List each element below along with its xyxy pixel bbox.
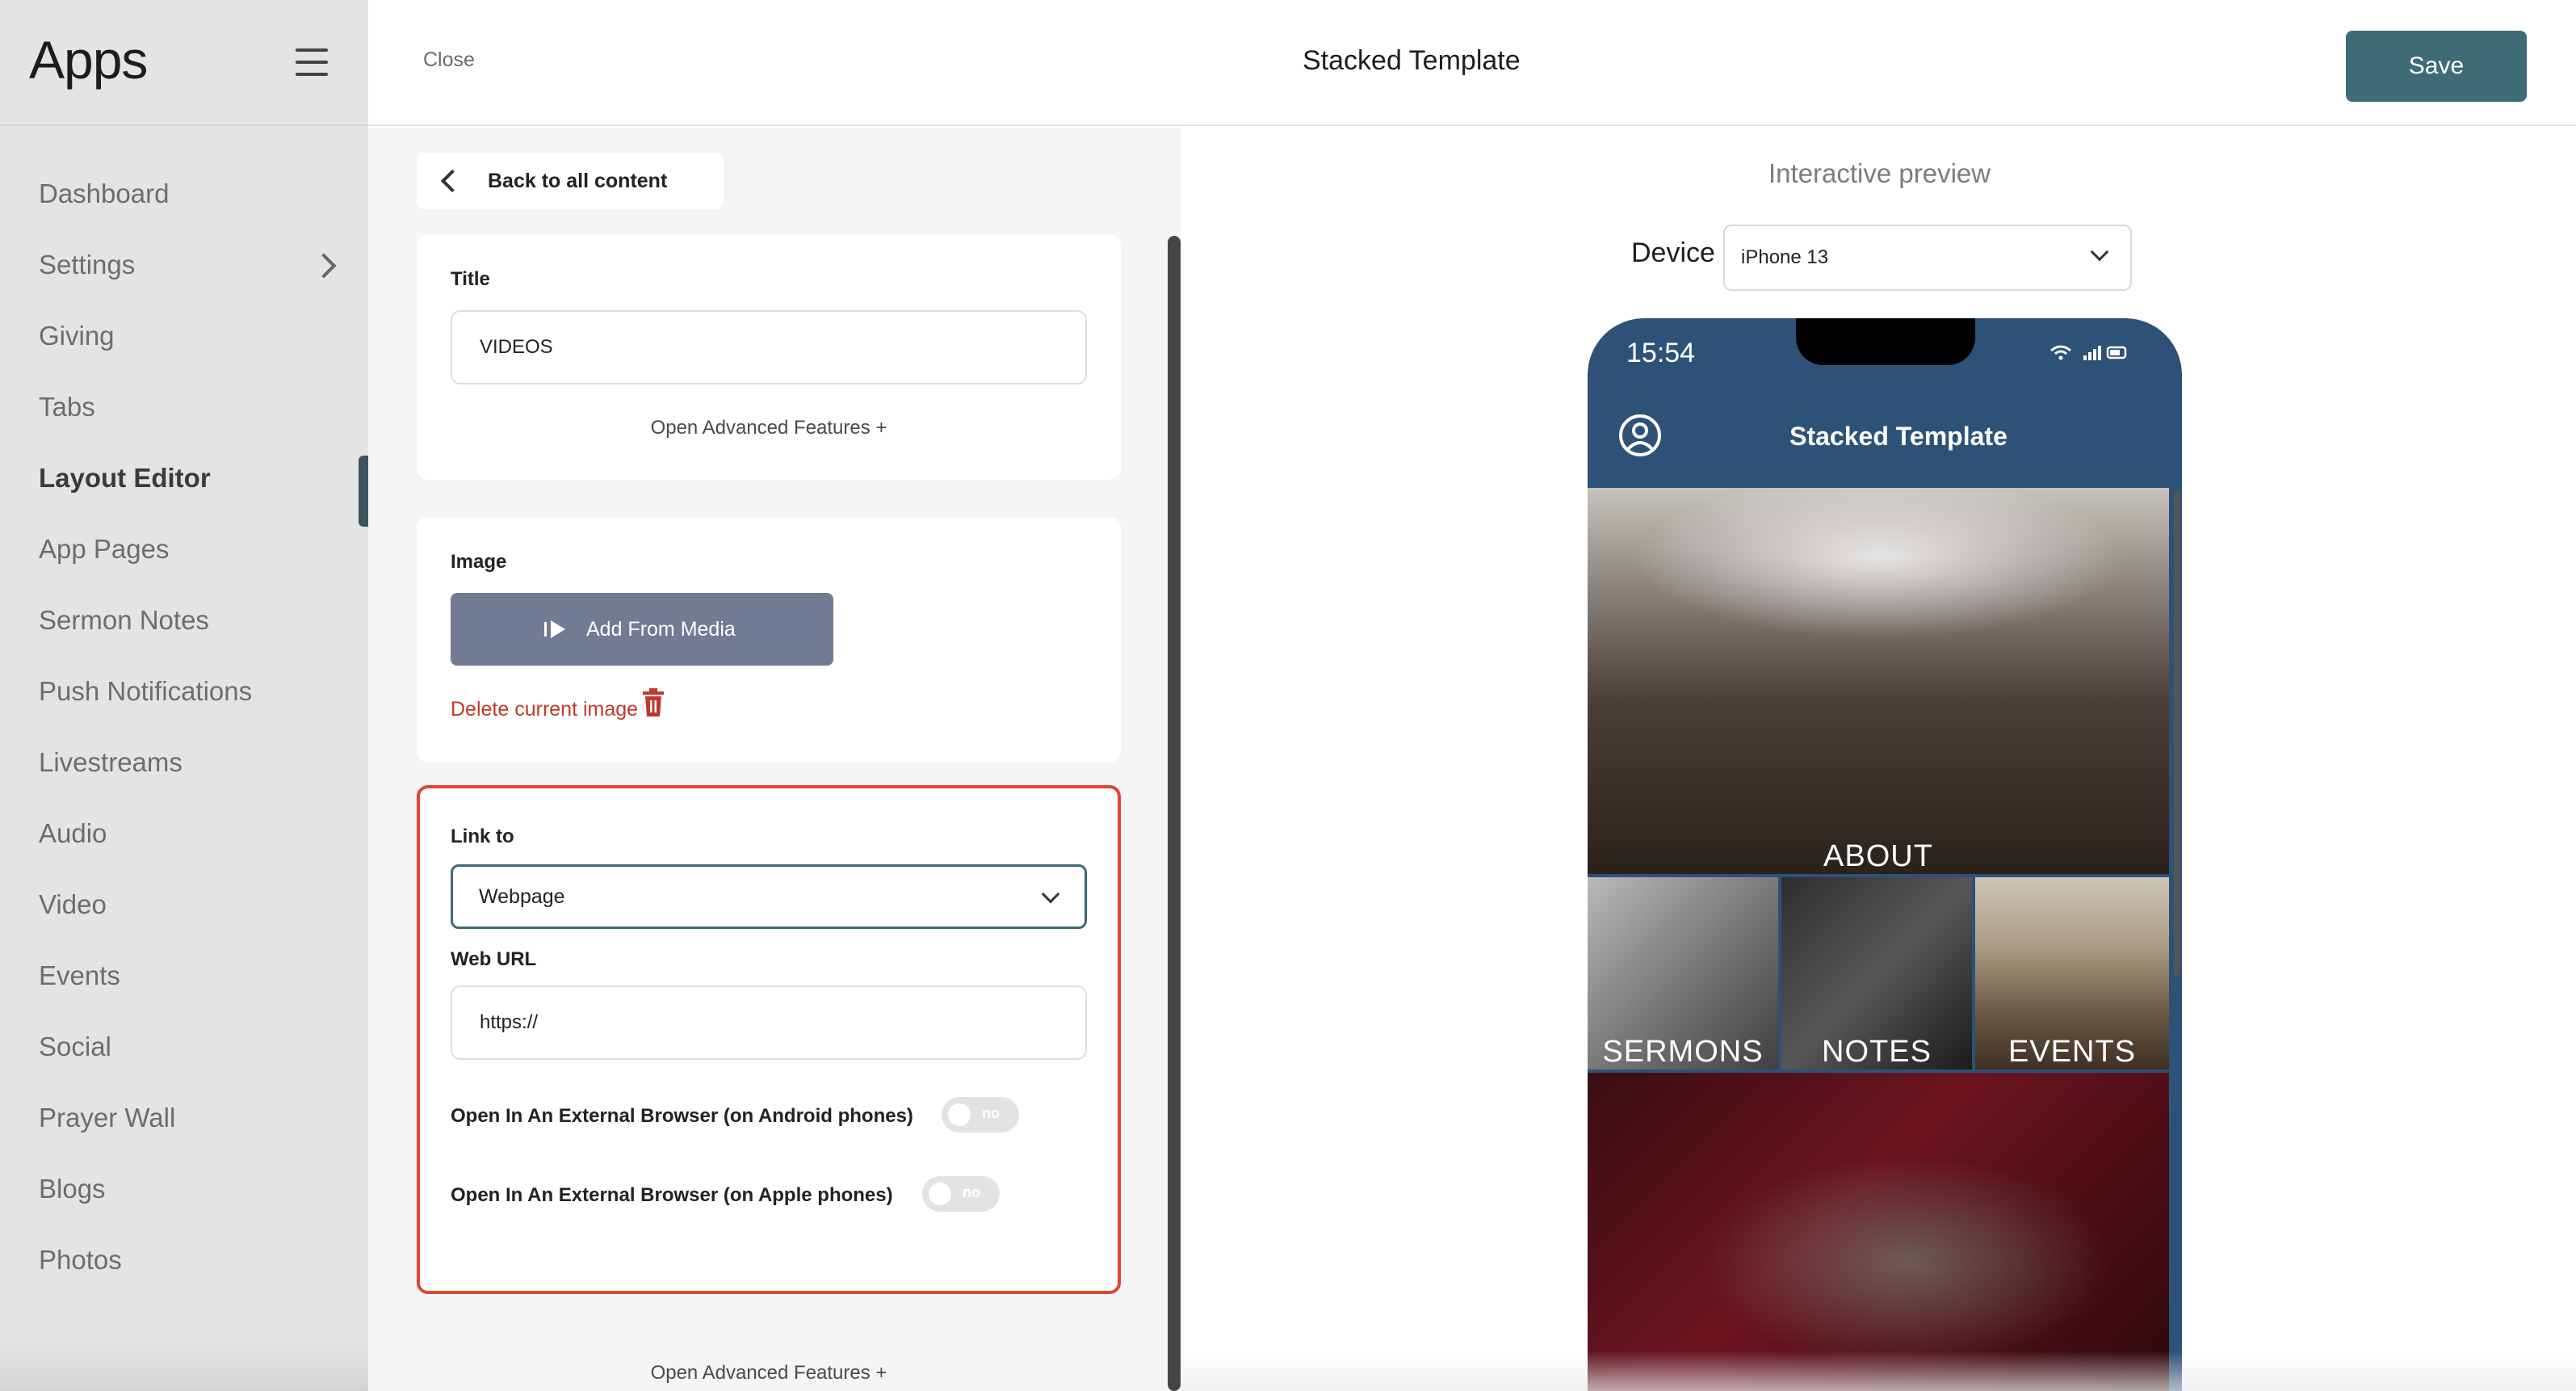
back-to-all-content-button[interactable]: Back to all content [417, 153, 724, 209]
title-label: Title [451, 268, 490, 290]
phone-notch [1796, 318, 1975, 365]
notes-tile-label: NOTES [1822, 1035, 1932, 1069]
sermons-tile[interactable]: SERMONS [1588, 877, 1778, 1070]
sermons-tile-label: SERMONS [1602, 1035, 1764, 1069]
chevron-left-icon [440, 169, 464, 193]
apple-external-browser-label: Open In An External Browser (on Apple ph… [451, 1184, 893, 1206]
events-tile[interactable]: EVENTS [1975, 877, 2169, 1070]
about-tile-label: ABOUT [1823, 839, 1933, 873]
status-time: 15:54 [1626, 338, 1696, 368]
toggle-knob [929, 1183, 951, 1205]
preview-title: Interactive preview [1768, 158, 1991, 188]
events-tile-label: EVENTS [2008, 1035, 2137, 1069]
sidebar-item-prayer-wall[interactable]: Prayer Wall [0, 1095, 368, 1166]
topbar: Close Stacked Template Save [368, 0, 2576, 126]
sidebar-item-layout-editor[interactable]: Layout Editor [0, 456, 368, 527]
sidebar-item-sermon-notes[interactable]: Sermon Notes [0, 598, 368, 669]
sidebar-shade [0, 1343, 368, 1391]
sidebar-item-photos[interactable]: Photos [0, 1238, 368, 1309]
close-link[interactable]: Close [423, 48, 475, 72]
sidebar-item-giving[interactable]: Giving [0, 313, 368, 385]
sidebar-nav: Dashboard Settings Giving Tabs Layout Ed… [0, 171, 368, 1309]
sidebar-item-livestreams[interactable]: Livestreams [0, 740, 368, 811]
save-button[interactable]: Save [2346, 31, 2527, 102]
back-label: Back to all content [488, 170, 668, 192]
sidebar-header: Apps [0, 0, 368, 126]
phone-scrollbar[interactable] [2174, 491, 2180, 976]
open-advanced-features-link-bottom[interactable]: Open Advanced Features + [417, 1362, 1121, 1385]
device-select[interactable]: iPhone 13 [1723, 225, 2132, 291]
preview-shade [1181, 1351, 2576, 1391]
preview-panel: Interactive preview Device iPhone 13 15:… [1181, 128, 2576, 1391]
apple-external-browser-toggle[interactable]: no [922, 1176, 1000, 1212]
link-to-value: Webpage [479, 885, 565, 908]
add-from-media-label: Add From Media [586, 618, 736, 641]
title-input[interactable]: VIDEOS [451, 310, 1087, 385]
trash-icon[interactable] [641, 688, 665, 717]
android-external-browser-label: Open In An External Browser (on Android … [451, 1105, 913, 1127]
sidebar-item-tabs[interactable]: Tabs [0, 385, 368, 456]
sidebar-item-video[interactable]: Video [0, 882, 368, 953]
sidebar: Apps Dashboard Settings Giving Tabs Layo… [0, 0, 368, 1391]
sidebar-item-events[interactable]: Events [0, 953, 368, 1024]
sidebar-item-social[interactable]: Social [0, 1024, 368, 1095]
editor-panel: Back to all content Title VIDEOS Open Ad… [368, 128, 1181, 1391]
link-to-select[interactable]: Webpage [451, 864, 1087, 929]
phone-preview: 15:54 Stacked Template ABOUT SERMONS NOT… [1588, 318, 2182, 1391]
delete-current-image-link[interactable]: Delete current image [451, 698, 638, 721]
open-advanced-features-link[interactable]: Open Advanced Features + [417, 417, 1121, 439]
sidebar-item-label: Settings [39, 250, 136, 279]
app-title: Apps [29, 30, 148, 90]
link-card: Link to Webpage Web URL https:// Open In… [417, 785, 1121, 1294]
sidebar-item-push-notifications[interactable]: Push Notifications [0, 669, 368, 740]
android-external-browser-toggle[interactable]: no [942, 1097, 1019, 1133]
editor-scrollbar[interactable] [1168, 236, 1181, 1391]
sidebar-item-blogs[interactable]: Blogs [0, 1166, 368, 1238]
sidebar-item-dashboard[interactable]: Dashboard [0, 171, 368, 242]
image-card: Image Add From Media Delete current imag… [417, 517, 1121, 763]
chevron-right-icon [311, 253, 337, 279]
device-value: iPhone 13 [1741, 246, 1829, 268]
sidebar-item-audio[interactable]: Audio [0, 811, 368, 882]
device-label: Device [1631, 237, 1715, 268]
add-from-media-button[interactable]: Add From Media [451, 593, 833, 666]
sidebar-item-app-pages[interactable]: App Pages [0, 527, 368, 598]
chevron-down-icon [1041, 885, 1060, 904]
phone-title: Stacked Template [1789, 422, 2008, 451]
status-icons [2050, 345, 2127, 360]
web-url-input[interactable]: https:// [451, 985, 1087, 1060]
toggle-knob [948, 1103, 971, 1126]
web-url-label: Web URL [451, 948, 537, 970]
sidebar-item-settings[interactable]: Settings [0, 242, 368, 313]
image-label: Image [451, 551, 507, 573]
page-title: Stacked Template [1303, 45, 1521, 76]
media-play-icon [544, 620, 565, 638]
toggle-state: no [982, 1105, 1000, 1121]
chevron-down-icon [2090, 242, 2109, 262]
toggle-state: no [963, 1184, 980, 1200]
notes-tile[interactable]: NOTES [1781, 877, 1972, 1070]
link-to-label: Link to [451, 826, 514, 847]
hamburger-menu-icon[interactable] [296, 48, 328, 76]
title-card: Title VIDEOS Open Advanced Features + [417, 234, 1121, 480]
about-tile[interactable]: ABOUT [1588, 488, 2169, 874]
videos-tile[interactable] [1588, 1073, 2169, 1391]
